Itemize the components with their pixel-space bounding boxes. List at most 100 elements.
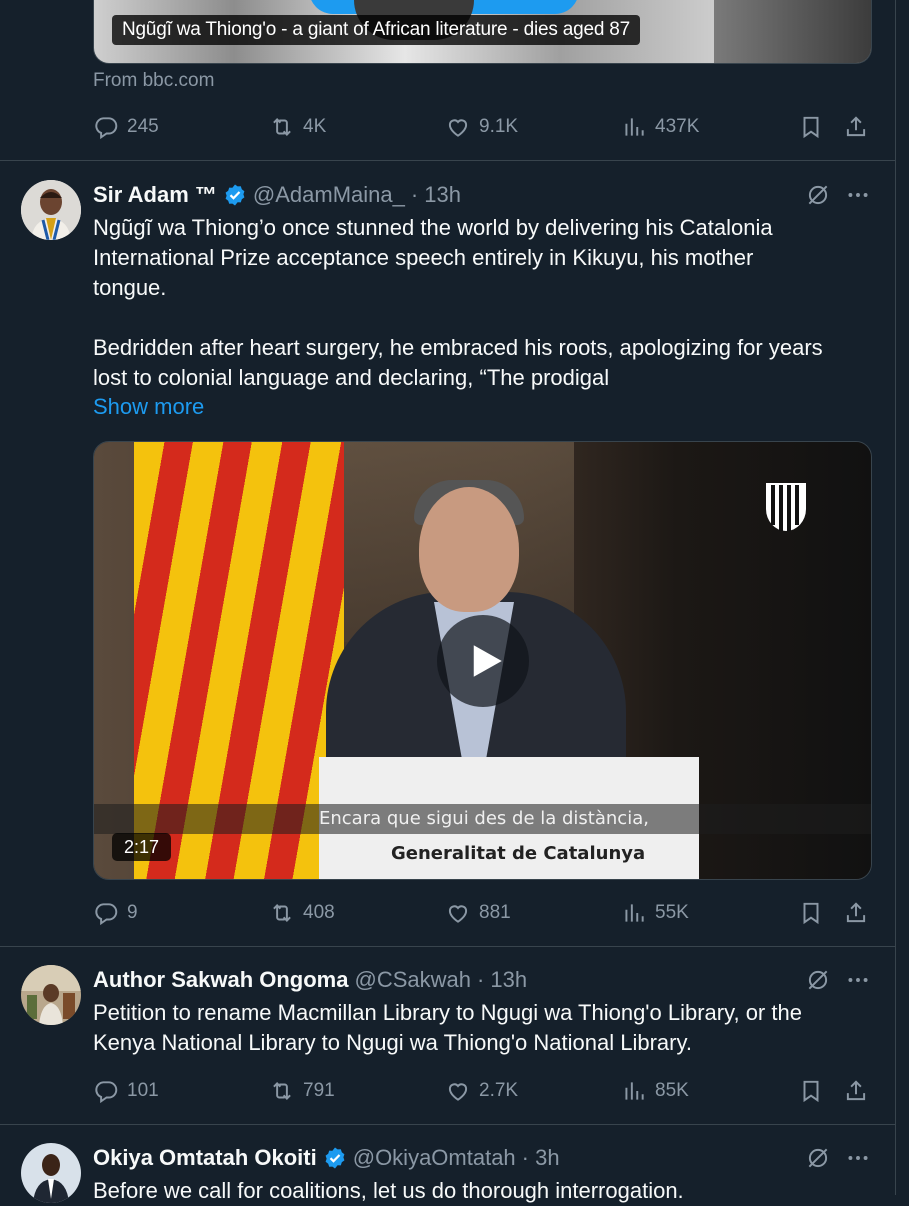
tweet-text-line: Ngũgĩ wa Thiong’o once stunned the world… — [93, 215, 773, 240]
link-card-source[interactable]: From bbc.com — [93, 70, 214, 92]
tweet-text-line: Before we call for coalitions, let us do… — [93, 1178, 684, 1203]
user-photo — [21, 965, 81, 1025]
video-subtitle: Encara que sigui des de la distància, — [319, 808, 649, 829]
timeline-right-border — [895, 0, 896, 1195]
tweet-actions: 9 408 881 55K — [93, 898, 870, 928]
grok-icon[interactable] — [805, 1145, 831, 1171]
bookmark-button[interactable] — [798, 112, 824, 142]
share-icon — [846, 116, 866, 137]
reply-count: 9 — [127, 902, 138, 923]
retweet-count: 791 — [303, 1080, 335, 1101]
retweet-button[interactable]: 4K — [269, 112, 326, 142]
share-button[interactable] — [843, 898, 869, 928]
heart-icon — [448, 905, 468, 923]
link-card-title[interactable]: Ngũgĩ wa Thiong'o - a giant of African l… — [112, 15, 641, 45]
video-duration: 2:17 — [112, 833, 172, 861]
podium-text: Generalitat de Catalunya — [391, 843, 646, 864]
like-count: 9.1K — [479, 116, 519, 137]
tweet-text-line: Kenya National Library to Ngugi wa Thion… — [93, 1030, 692, 1055]
view-count: 437K — [655, 116, 700, 137]
tweet-text-line: Bedridden after heart surgery, he embrac… — [93, 335, 823, 360]
verified-badge-icon — [225, 184, 245, 206]
more-options-icon[interactable] — [845, 967, 871, 993]
analytics-icon — [625, 1082, 644, 1100]
views-button[interactable]: 55K — [621, 898, 689, 928]
avatar[interactable] — [21, 180, 81, 240]
tweet-text: Ngũgĩ wa Thiong’o once stunned the world… — [93, 213, 873, 393]
play-button[interactable] — [437, 615, 529, 707]
reply-icon — [95, 1081, 118, 1104]
display-name[interactable]: Sir Adam ™ — [93, 182, 217, 208]
generalitat-logo-icon — [766, 483, 806, 531]
retweet-count: 408 — [303, 902, 335, 923]
analytics-icon — [625, 904, 644, 922]
video-player[interactable]: Encara que sigui des de la distància, Ge… — [93, 441, 872, 880]
bookmark-button[interactable] — [798, 1076, 824, 1106]
timestamp[interactable]: · 13h — [411, 182, 461, 208]
like-count: 881 — [479, 902, 511, 923]
retweet-icon — [273, 1082, 291, 1100]
retweet-button[interactable]: 408 — [269, 898, 335, 928]
view-count: 85K — [655, 1080, 689, 1101]
views-button[interactable]: 85K — [621, 1076, 689, 1106]
user-photo — [21, 1143, 81, 1203]
display-name[interactable]: Okiya Omtatah Okoiti — [93, 1145, 317, 1171]
bookmark-icon — [803, 116, 819, 139]
like-button[interactable]: 881 — [445, 898, 511, 928]
tweet-text-line: Petition to rename Macmillan Library to … — [93, 1000, 802, 1025]
tweet-header: Author Sakwah Ongoma @CSakwah · 13h — [93, 965, 527, 995]
reply-button[interactable]: 9 — [93, 898, 138, 928]
tweet-text-line: International Prize acceptance speech en… — [93, 245, 754, 270]
reply-icon — [95, 117, 118, 140]
tweet-header: Sir Adam ™ @AdamMaina_ · 13h — [93, 180, 461, 210]
views-button[interactable]: 437K — [621, 112, 699, 142]
timestamp[interactable]: · 3h — [522, 1145, 560, 1171]
show-more-link[interactable]: Show more — [93, 394, 204, 420]
user-handle[interactable]: @AdamMaina_ — [253, 182, 405, 208]
tweet-text-line: lost to colonial language and declaring,… — [93, 365, 610, 390]
retweet-button[interactable]: 791 — [269, 1076, 335, 1106]
tweet-header: Okiya Omtatah Okoiti @OkiyaOmtatah · 3h — [93, 1143, 560, 1173]
tweet-text-line — [93, 303, 873, 333]
retweet-count: 4K — [303, 116, 327, 137]
share-button[interactable] — [843, 112, 869, 142]
tweet-text: Before we call for coalitions, let us do… — [93, 1176, 873, 1206]
tweet-divider — [0, 160, 895, 161]
share-icon — [846, 902, 866, 923]
reply-button[interactable]: 101 — [93, 1076, 159, 1106]
heart-icon — [448, 119, 468, 137]
play-icon — [473, 645, 502, 677]
grok-icon[interactable] — [805, 967, 831, 993]
tweet-actions: 245 4K 9.1K 437K — [93, 112, 870, 142]
avatar[interactable] — [21, 965, 81, 1025]
view-count: 55K — [655, 902, 689, 923]
tweet-actions: 101 791 2.7K 85K — [93, 1076, 870, 1106]
analytics-icon — [625, 118, 644, 136]
tweet-text: Petition to rename Macmillan Library to … — [93, 998, 873, 1058]
tweet-divider — [0, 1124, 895, 1125]
display-name[interactable]: Author Sakwah Ongoma — [93, 967, 348, 993]
more-options-icon[interactable] — [845, 1145, 871, 1171]
grok-icon[interactable] — [805, 182, 831, 208]
avatar[interactable] — [21, 1143, 81, 1203]
user-photo — [21, 180, 81, 240]
like-button[interactable]: 2.7K — [445, 1076, 518, 1106]
reply-icon — [95, 903, 118, 926]
bookmark-icon — [803, 1080, 819, 1103]
reply-button[interactable]: 245 — [93, 112, 159, 142]
like-button[interactable]: 9.1K — [445, 112, 518, 142]
user-handle[interactable]: @OkiyaOmtatah — [353, 1145, 516, 1171]
like-count: 2.7K — [479, 1080, 519, 1101]
share-button[interactable] — [843, 1076, 869, 1106]
bookmark-button[interactable] — [798, 898, 824, 928]
more-options-icon[interactable] — [845, 182, 871, 208]
reply-count: 101 — [127, 1080, 159, 1101]
tweet-text-line: tongue. — [93, 275, 167, 300]
reply-count: 245 — [127, 116, 159, 137]
verified-badge-icon — [325, 1147, 345, 1169]
tweet-divider — [0, 946, 895, 947]
timestamp[interactable]: · 13h — [477, 967, 527, 993]
heart-icon — [448, 1083, 468, 1101]
user-handle[interactable]: @CSakwah — [354, 967, 471, 993]
bookmark-icon — [803, 902, 819, 925]
